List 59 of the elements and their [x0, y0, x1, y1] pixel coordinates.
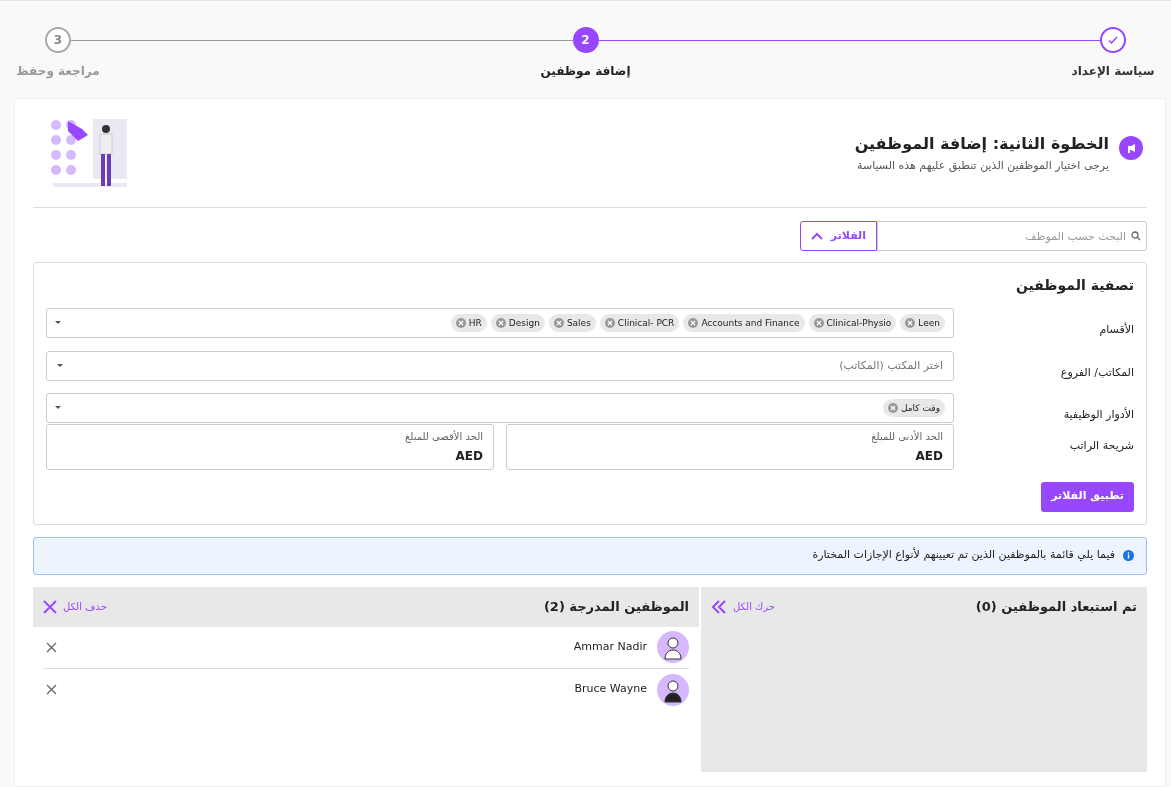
info-icon: [1123, 550, 1134, 561]
filters-button[interactable]: الفلاتر: [799, 221, 877, 251]
tag-label: Accounts and Finance: [701, 316, 800, 330]
caret-icon: [55, 321, 61, 326]
tag-chip[interactable]: وقت كامل: [883, 399, 945, 418]
tag-label: HR: [468, 316, 482, 330]
filter-label: الأدوار الوظيفية: [1062, 406, 1134, 423]
filter-label: شريحة الراتب: [1068, 437, 1134, 454]
avatar-icon: [657, 631, 689, 663]
double-chevron-icon: [711, 599, 727, 614]
filter-label: الأقسام: [1098, 321, 1134, 338]
tag-label: وقت كامل: [901, 401, 940, 415]
panel-title: تم استبعاد الموظفين (0): [975, 597, 1137, 616]
info-text: فيما يلي قائمة بالموظفين الذين تم تعيينهم لأنواع الإجازات المختارة: [812, 547, 1115, 564]
tag-chip[interactable]: Design: [490, 314, 545, 333]
close-icon: [43, 599, 57, 614]
remove-icon[interactable]: [495, 318, 506, 329]
close-icon[interactable]: [46, 684, 57, 695]
tag-label: Leen: [918, 316, 940, 330]
check-icon: [1107, 34, 1119, 46]
remove-icon[interactable]: [553, 318, 564, 329]
remove-icon[interactable]: [604, 318, 615, 329]
employee-name: Bruce Wayne: [574, 681, 647, 698]
filter-title: تصفية الموظفين: [1015, 276, 1134, 296]
apply-filters-button[interactable]: تطبيق الفلاتر: [1041, 481, 1134, 512]
move-all-button[interactable]: حرك الكل: [711, 599, 776, 614]
tag-chip[interactable]: Clinical-Physio: [808, 314, 897, 333]
remove-icon[interactable]: [905, 318, 916, 329]
tag-chip[interactable]: Clinical- PCR: [599, 314, 680, 333]
remove-icon[interactable]: [688, 318, 699, 329]
step-label: إضافة موظفين: [540, 63, 631, 80]
remove-icon[interactable]: [888, 403, 898, 414]
avatar-icon: [657, 673, 689, 706]
remove-icon[interactable]: [813, 318, 824, 329]
tag-chip[interactable]: Sales: [548, 314, 596, 333]
delete-all-button[interactable]: حذف الكل: [43, 599, 107, 614]
page-subtitle: يرجى اختيار الموظفين الذين تنطبق عليهم هذه السياسة: [856, 157, 1109, 174]
panel-title: الموظفين المدرجة (2): [543, 597, 689, 616]
tag-label: Clinical- PCR: [617, 316, 675, 330]
tag-chip[interactable]: Leen: [900, 314, 945, 333]
employee-name: Ammar Nadir: [573, 638, 647, 655]
filter-label: المكاتب/ الفروع: [1059, 364, 1134, 381]
tag-chip[interactable]: Accounts and Finance: [683, 314, 805, 333]
search-icon: [1131, 231, 1141, 241]
close-icon[interactable]: [46, 641, 57, 653]
caret-icon: [55, 406, 61, 411]
step-label: سياسة الإعداد: [1071, 63, 1155, 80]
step-label: مراجعة وحفظ: [16, 63, 100, 80]
search-field[interactable]: البحث حسب الموظف: [877, 221, 1147, 251]
tag-label: Sales: [566, 316, 591, 330]
megaphone-icon: [1119, 135, 1143, 160]
chevron-up-icon: [810, 232, 823, 240]
caret-icon: [57, 363, 63, 368]
tag-label: Design: [508, 316, 540, 330]
tag-label: Clinical-Physio: [826, 316, 892, 330]
remove-icon[interactable]: [455, 318, 466, 329]
select-field[interactable]: اختر المكتب (المكاتب): [46, 350, 954, 381]
page-title: الخطوة الثانية: إضافة الموظفين: [854, 132, 1109, 155]
tag-chip[interactable]: HR: [450, 314, 487, 333]
